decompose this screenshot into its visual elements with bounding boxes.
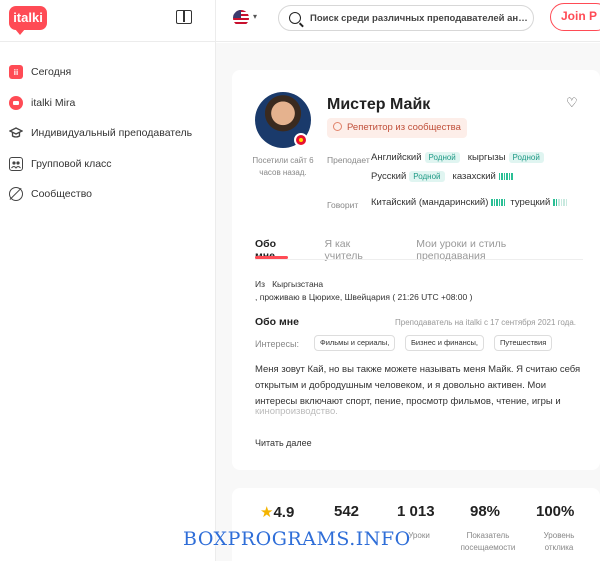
today-icon: ii [9,65,23,80]
attendance-value: 98% [470,503,501,520]
watermark: BOXPROGRAMS.INFO [183,528,411,550]
attendance-label: Показатель посещаемости [460,531,516,552]
about-title: Обо мне [255,316,299,328]
favorite-heart-icon[interactable]: ♡ [566,95,578,111]
tabs-divider [255,259,583,260]
interest-tag: Бизнес и финансы, [405,335,485,351]
speaks-label: Говорит [327,200,359,210]
star-icon: ★ [260,504,274,521]
read-more-link[interactable]: Читать далее [255,438,312,448]
language-name: Китайский (мандаринский) [371,197,489,208]
language-name: кыргызы [467,152,506,163]
sidebar-item-label: Индивидуальный преподаватель [31,127,193,140]
interest-tag: Путешествия [494,335,553,351]
living-location: , проживаю в Цюрихе, Швейцария ( 21:26 U… [255,292,473,302]
join-button[interactable]: Join P [550,3,600,31]
sidebar-item-mira[interactable]: italki Mira [0,88,215,119]
sidebar-item-today[interactable]: ii Сегодня [0,57,215,88]
level-bars [491,199,506,206]
interests-label: Интересы: [255,339,299,349]
from-label: Из [255,279,266,289]
sidebar-item-group-class[interactable]: Групповой класс [0,149,215,180]
speaks-row: Китайский (мандаринский) турецкий [371,197,572,208]
last-seen: Посетили сайт 6 часов назад. [252,156,314,177]
us-flag-icon[interactable] [233,10,249,26]
response-value: 100% [536,503,575,520]
sidebar-header: italki [0,0,215,42]
language-name: Русский [371,171,407,182]
lessons-value: 1 013 [397,503,435,520]
level-bars [498,173,513,180]
native-badge: Родной [409,171,445,182]
kyrgyzstan-flag-icon [294,133,308,147]
chevron-down-icon[interactable]: ▾ [253,12,257,21]
group-class-icon [9,156,23,171]
graduation-cap-icon [9,126,23,140]
sidebar: italki ii Сегодня italki Mira Индивидуал… [0,0,216,561]
rating-number: 4.9 [273,504,295,521]
badge-label: Репетитор из сообщества [347,122,461,133]
search-icon [289,12,301,24]
bio-text: Меня зовут Кай, но вы также можете назыв… [255,364,581,407]
level-bars [553,199,568,206]
community-icon [9,187,23,202]
language-name: турецкий [510,197,551,208]
bio-faded-text: кинопроизводство. [255,406,338,417]
language-name: казахский [452,171,496,182]
language-name: Английский [371,152,422,163]
search-placeholder: Поиск среди различных преподавателей анг… [310,12,530,24]
sidebar-item-label: italki Mira [31,96,76,109]
italki-logo[interactable]: italki [9,6,47,35]
sidebar-item-tutor[interactable]: Индивидуальный преподаватель [0,118,215,149]
mira-icon [9,95,23,110]
search-input[interactable]: Поиск среди различных преподавателей анг… [278,5,534,31]
sidebar-item-community[interactable]: Сообщество [0,179,215,210]
sidebar-nav: ii Сегодня italki Mira Индивидуальный пр… [0,42,215,210]
interest-tag: Фильмы и сериалы, [314,335,396,351]
rating-value: ★4.9 [260,503,294,521]
native-badge: Родной [424,152,460,163]
teaches-row-1: Английский Родной кыргызы Родной [371,152,552,163]
community-tutor-badge: Репетитор из сообщества [327,118,467,138]
teaches-row-2: Русский Родной казахский [371,171,518,182]
medal-icon [333,122,342,131]
sidebar-toggle-icon[interactable] [176,10,192,24]
native-badge: Родной [508,152,544,163]
top-bar: ▾ Поиск среди различных преподавателей а… [216,0,600,42]
teaches-label: Преподает [327,155,370,165]
response-label: Уровень отклика [543,531,575,552]
from-line: Из Кыргызстана [255,279,323,289]
sidebar-item-label: Групповой класс [31,157,112,170]
students-value: 542 [334,503,360,520]
sidebar-item-label: Сообщество [31,188,92,201]
sidebar-item-label: Сегодня [31,66,72,79]
tutor-since: Преподаватель на italki с 17 сентября 20… [395,318,577,327]
country: Кыргызстана [272,279,324,289]
tutor-name: Мистер Майк [327,96,431,113]
